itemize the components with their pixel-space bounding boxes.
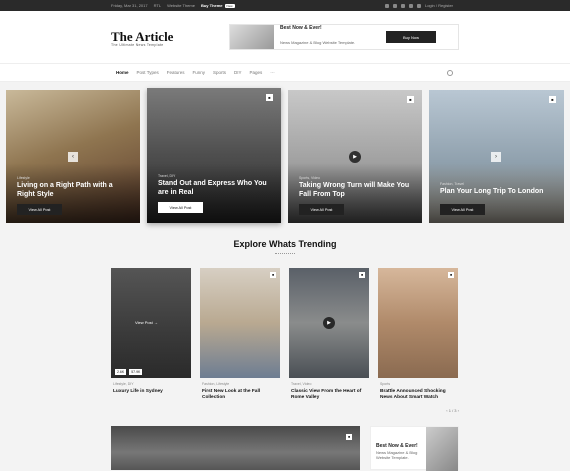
slide-category[interactable]: Lifestyle xyxy=(17,176,30,180)
ad-text: News Magazine & Blog Website Template. xyxy=(280,40,356,45)
slide-title[interactable]: Plan Your Long Trip To London xyxy=(440,188,552,197)
card-category[interactable]: Sports xyxy=(380,382,390,386)
page-indicator: 1 / 3 xyxy=(448,408,457,413)
nav-pages[interactable]: Pages xyxy=(250,70,263,75)
instagram-icon[interactable] xyxy=(408,3,413,8)
website-theme-link[interactable]: Website Theme xyxy=(167,3,195,8)
card-image[interactable]: ■ xyxy=(378,268,458,378)
play-icon[interactable]: ▶ xyxy=(349,151,361,163)
prev-page-arrow[interactable]: ‹ xyxy=(446,408,447,413)
comments-count: 57.9K xyxy=(129,369,143,375)
card-category[interactable]: Travel, Video xyxy=(291,382,311,386)
card-title[interactable]: Luxury Life in Sydney xyxy=(113,389,191,395)
slide-title[interactable]: Stand Out and Express Who You are in Rea… xyxy=(158,180,270,197)
twitter-icon[interactable] xyxy=(392,3,397,8)
sidebar-ad-text: News Magazine & Blog Website Template. xyxy=(376,450,418,460)
top-bar: Friday, Mar 31, 2017 RTL Website Theme B… xyxy=(0,0,570,11)
ad-title: Best Now & Ever! xyxy=(280,25,322,31)
view-all-post-button[interactable]: View All Post xyxy=(17,204,62,215)
buy-theme-link[interactable]: Buy Theme xyxy=(201,3,223,8)
trending-card[interactable]: ■ ▶ Travel, Video Classic View From the … xyxy=(289,268,369,408)
slide-title[interactable]: Living on a Right Path with a Right Styl… xyxy=(17,182,129,199)
rss-icon[interactable] xyxy=(416,3,421,8)
next-page-arrow[interactable]: › xyxy=(458,408,459,413)
nav-sports[interactable]: Sports xyxy=(213,70,226,75)
view-post-link[interactable]: View Post → xyxy=(135,320,158,325)
rtl-link[interactable]: RTL xyxy=(154,3,161,8)
featured-post-image[interactable]: ■ xyxy=(111,426,360,470)
bookmark-icon[interactable]: ■ xyxy=(346,434,352,440)
ad-image xyxy=(230,25,274,49)
sidebar-ad-image xyxy=(426,427,458,471)
section-title: Explore Whats Trending xyxy=(233,239,337,249)
card-category[interactable]: Lifestyle, DIY xyxy=(113,382,134,386)
nav-diy[interactable]: DIY xyxy=(234,70,242,75)
bookmark-icon[interactable]: ■ xyxy=(448,272,454,278)
slide-category[interactable]: Travel, DIY xyxy=(158,174,175,178)
sidebar-ad-banner[interactable]: Best Now & Ever! News Magazine & Blog We… xyxy=(370,426,459,471)
main-nav: Home Post Types Features Funny Sports DI… xyxy=(0,63,570,82)
header-ad-banner[interactable]: Best Now & Ever! News Magazine & Blog We… xyxy=(229,24,459,50)
youtube-icon[interactable] xyxy=(400,3,405,8)
slider-next-arrow[interactable]: › xyxy=(491,152,501,162)
login-link[interactable]: Login / Register xyxy=(425,3,453,8)
new-badge: New xyxy=(224,3,235,8)
slide-category[interactable]: Fashion, Travel xyxy=(440,182,464,186)
view-all-post-button[interactable]: View All Post xyxy=(440,204,485,215)
card-title[interactable]: First New Look at the Fall Collection xyxy=(202,389,280,401)
sidebar-ad-title: Best Now & Ever! xyxy=(376,443,418,449)
nav-funny[interactable]: Funny xyxy=(192,70,205,75)
nav-features[interactable]: Features xyxy=(167,70,185,75)
bookmark-icon[interactable]: ■ xyxy=(270,272,276,278)
slide-card[interactable]: ■ ▶ Sports, Video Taking Wrong Turn will… xyxy=(288,90,422,223)
facebook-icon[interactable] xyxy=(384,3,389,8)
card-title[interactable]: Classic View From the Heart of Rome Vall… xyxy=(291,389,369,401)
section-divider xyxy=(275,253,295,254)
bookmark-icon[interactable]: ■ xyxy=(266,94,273,101)
nav-post-types[interactable]: Post Types xyxy=(137,70,159,75)
view-all-post-button[interactable]: View All Post xyxy=(299,204,344,215)
card-category[interactable]: Fashion, Lifestyle xyxy=(202,382,229,386)
slider-prev-arrow[interactable]: ‹ xyxy=(68,152,78,162)
bookmark-icon[interactable]: ■ xyxy=(359,272,365,278)
nav-more[interactable]: ⋯ xyxy=(270,70,275,76)
trending-card[interactable]: ■ Fashion, Lifestyle First New Look at t… xyxy=(200,268,280,408)
nav-home[interactable]: Home xyxy=(116,70,129,75)
views-count: 2.6K xyxy=(115,369,127,375)
slide-category[interactable]: Sports, Video xyxy=(299,176,320,180)
trending-card[interactable]: View Post → 2.6K 57.9K Lifestyle, DIY Lu… xyxy=(111,268,191,408)
card-image[interactable]: View Post → 2.6K 57.9K xyxy=(111,268,191,378)
search-icon[interactable] xyxy=(447,70,453,76)
trending-card[interactable]: ■ Sports Brattle Announced Shocking News… xyxy=(378,268,458,408)
card-image[interactable]: ■ ▶ xyxy=(289,268,369,378)
site-tagline: The Ultimate News Template xyxy=(111,43,164,47)
bookmark-icon[interactable]: ■ xyxy=(549,96,556,103)
slide-card[interactable]: ■ Travel, DIY Stand Out and Express Who … xyxy=(147,88,281,223)
card-title[interactable]: Brattle Announced Shocking News About Sm… xyxy=(380,389,458,401)
pagination: ‹ 1 / 3 › xyxy=(446,408,459,413)
play-icon[interactable]: ▶ xyxy=(323,317,335,329)
view-all-post-button[interactable]: View All Post xyxy=(158,202,203,213)
buy-now-button[interactable]: Buy Now xyxy=(386,31,436,43)
card-image[interactable]: ■ xyxy=(200,268,280,378)
date-text: Friday, Mar 31, 2017 xyxy=(111,3,148,8)
slide-title[interactable]: Taking Wrong Turn will Make You Fall Fro… xyxy=(299,182,411,199)
bookmark-icon[interactable]: ■ xyxy=(407,96,414,103)
